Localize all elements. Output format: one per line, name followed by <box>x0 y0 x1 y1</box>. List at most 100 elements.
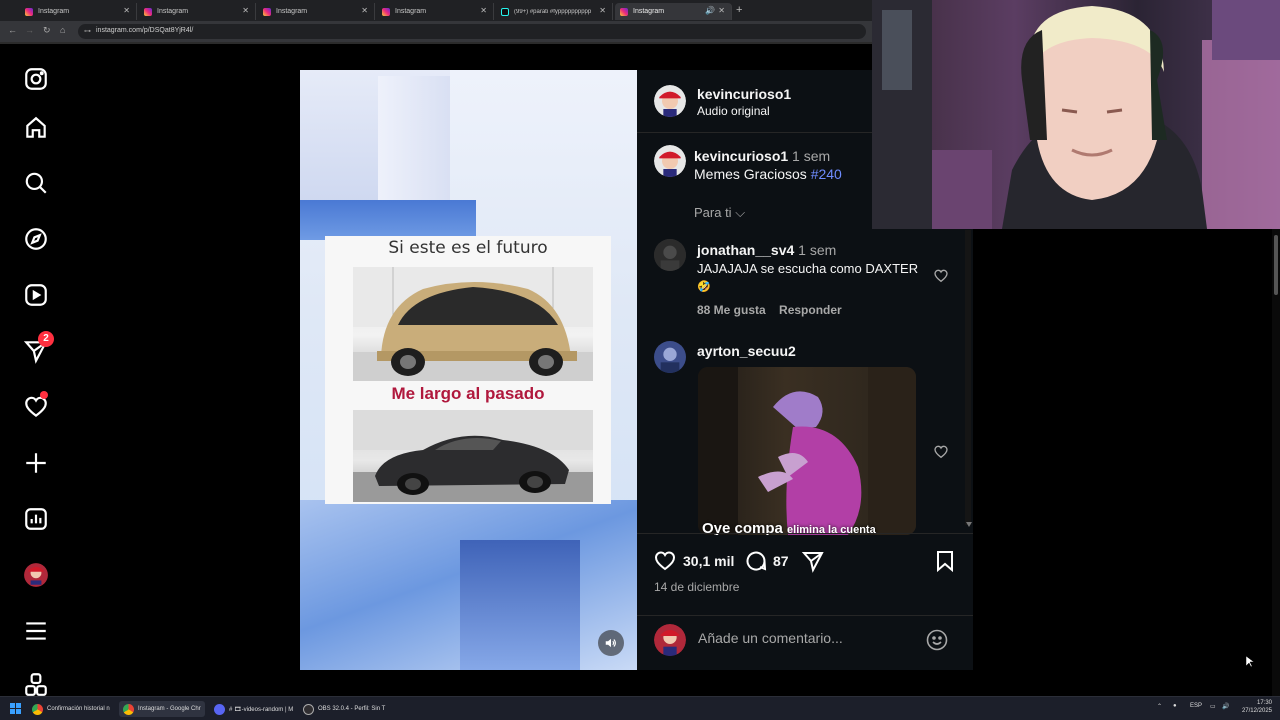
caption-avatar[interactable] <box>654 145 686 177</box>
caption-body: Memes Graciosos <box>694 166 811 182</box>
taskbar-item[interactable]: # 🎞-videos-random | M <box>210 701 296 717</box>
caption-hashtag-link[interactable]: #240 <box>811 166 842 182</box>
language-indicator[interactable]: ESP <box>1190 703 1202 709</box>
like-comment-icon[interactable] <box>933 444 949 460</box>
profile-avatar[interactable] <box>20 559 52 591</box>
back-icon[interactable]: ← <box>8 25 17 35</box>
windows-start-icon[interactable] <box>10 703 21 714</box>
browser-tab[interactable]: Instagram ✕ <box>20 3 137 20</box>
clock-time: 17:30 <box>1256 700 1272 706</box>
close-icon[interactable]: ✕ <box>361 6 368 15</box>
chrome-icon <box>32 703 43 715</box>
comment-username[interactable]: jonathan__sv4 1 sem <box>697 242 836 258</box>
comment-username[interactable]: ayrton_secuu2 <box>697 343 796 359</box>
webcam-overlay <box>872 0 1280 229</box>
reels-icon[interactable] <box>20 279 52 311</box>
browser-tab[interactable]: Instagram ✕ <box>139 3 256 20</box>
search-icon[interactable] <box>20 167 52 199</box>
taskbar-label: # 🎞-videos-random | M <box>229 706 294 713</box>
divider <box>637 615 973 616</box>
reply-button[interactable]: Responder <box>779 303 842 317</box>
author-avatar[interactable] <box>654 85 686 117</box>
network-icon[interactable]: ▭ <box>1210 703 1216 710</box>
url-input[interactable]: ⊶ instagram.com/p/DSQat8YjR4l/ <box>78 24 866 39</box>
meta-apps-icon[interactable] <box>20 671 52 696</box>
classic-car-image <box>353 410 593 502</box>
forward-icon[interactable]: → <box>25 25 34 35</box>
close-icon[interactable]: ✕ <box>599 6 606 15</box>
bg-shape <box>300 200 476 240</box>
likes-count[interactable]: 30,1 mil <box>683 553 734 569</box>
volume-button[interactable] <box>598 630 624 656</box>
clock[interactable]: 17:30 27/12/2025 <box>1238 699 1272 715</box>
close-icon[interactable]: ✕ <box>123 6 130 15</box>
home-icon[interactable] <box>20 112 52 144</box>
comments-filter-dropdown[interactable]: Para ti ⌵ <box>694 205 745 221</box>
share-icon[interactable] <box>801 549 825 573</box>
chrome-icon <box>123 703 134 715</box>
tab-label: Instagram <box>38 8 70 15</box>
dashboard-icon[interactable] <box>20 503 52 535</box>
messages-icon[interactable]: 2 <box>20 331 54 367</box>
browser-tab[interactable]: (99+) #parati #fypppppppppp ✕ <box>496 3 613 20</box>
taskbar-item-active[interactable]: Instagram - Google Chr <box>119 701 205 717</box>
post-author-username[interactable]: kevincurioso1 <box>697 86 791 102</box>
browser-tab-active[interactable]: Instagram 🔊 ✕ <box>615 3 732 20</box>
browser-addressbar: ← → ↻ ⌂ ⊶ instagram.com/p/DSQat8YjR4l/ <box>0 21 872 42</box>
home-icon[interactable]: ⌂ <box>60 25 65 35</box>
post-date: 14 de diciembre <box>654 580 740 594</box>
browser-tab[interactable]: Instagram ✕ <box>377 3 494 20</box>
comment-text: JAJAJAJA se escucha como DAXTER 🤣 <box>697 260 927 296</box>
comment-input[interactable]: Añade un comentario... <box>698 630 843 646</box>
tray-overflow-icon[interactable]: ⌃ <box>1157 703 1162 710</box>
close-icon[interactable]: ✕ <box>480 6 487 15</box>
browser-tab[interactable]: Instagram ✕ <box>258 3 375 20</box>
close-icon[interactable]: ✕ <box>242 6 249 15</box>
page-scrollbar-thumb[interactable] <box>1274 235 1278 295</box>
comment-gif[interactable]: Oye compa elimina la cuenta <box>698 367 916 535</box>
discord-icon <box>214 703 225 715</box>
caption-username-text: kevincurioso1 <box>694 148 789 164</box>
create-icon[interactable] <box>20 447 52 479</box>
tab-label: Instagram <box>395 8 427 15</box>
comment-avatar[interactable] <box>654 341 686 373</box>
instagram-sidenav: 2 <box>0 44 72 696</box>
new-tab-button[interactable]: + <box>736 4 742 16</box>
notifications-icon[interactable] <box>20 391 52 423</box>
caption-username[interactable]: kevincurioso1 1 sem <box>694 148 830 164</box>
clock-date: 27/12/2025 <box>1241 708 1272 714</box>
emoji-icon[interactable] <box>925 628 949 652</box>
instagram-icon <box>620 7 628 16</box>
taskbar-item[interactable]: Confirmación historial n <box>28 701 116 717</box>
taskbar-item[interactable]: OBS 32.0.4 - Perfil: Sin T <box>299 701 387 717</box>
speaker-icon[interactable]: 🔊 <box>1222 703 1229 710</box>
like-comment-icon[interactable] <box>933 268 949 284</box>
audio-label[interactable]: Audio original <box>697 104 770 118</box>
taskbar-label: Confirmación historial n <box>47 706 110 712</box>
explore-icon[interactable] <box>20 223 52 255</box>
comments-scrollbar[interactable] <box>965 230 972 530</box>
comments-count[interactable]: 87 <box>773 553 789 569</box>
comment-avatar[interactable] <box>654 239 686 271</box>
comment-user-text: jonathan__sv4 <box>697 242 795 258</box>
meme-image: Si este es el futuro Me largo al pasado <box>325 236 611 504</box>
speaker-icon[interactable]: 🔊 <box>705 6 715 15</box>
like-icon[interactable] <box>653 549 677 573</box>
comment-meta: 88 Me gusta Responder <box>697 303 842 317</box>
filter-label: Para ti <box>694 205 732 220</box>
save-icon[interactable] <box>933 549 957 573</box>
comment-time: 1 sem <box>798 242 837 258</box>
comment-icon[interactable] <box>744 549 768 573</box>
more-menu-icon[interactable] <box>20 615 52 647</box>
page-scrollbar[interactable] <box>1272 229 1280 696</box>
instagram-icon <box>263 7 271 16</box>
bg-shape <box>460 540 580 670</box>
post-media[interactable]: Si este es el futuro Me largo al pasado <box>300 70 637 670</box>
divider <box>0 42 872 44</box>
site-info-icon[interactable]: ⊶ <box>84 27 91 35</box>
microphone-icon[interactable]: ● <box>1173 703 1177 709</box>
close-icon[interactable]: ✕ <box>718 6 725 15</box>
instagram-logo-icon[interactable] <box>20 63 52 95</box>
comment-likes[interactable]: 88 Me gusta <box>697 303 766 317</box>
reload-icon[interactable]: ↻ <box>43 25 51 36</box>
